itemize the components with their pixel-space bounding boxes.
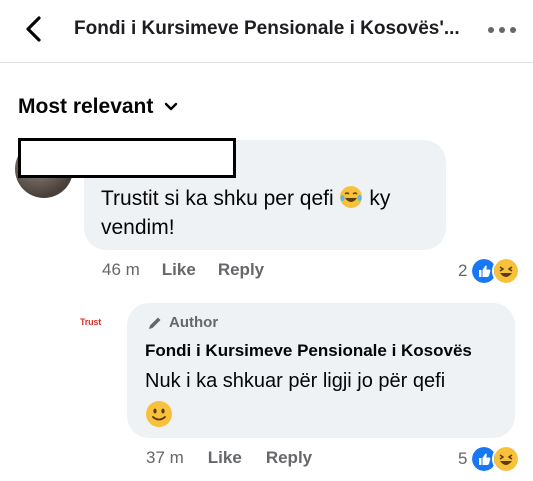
ellipsis-dot [499,27,505,33]
sort-label: Most relevant [18,95,154,118]
reply-button[interactable]: Reply [218,260,264,280]
back-button[interactable] [22,14,46,44]
comment-actions: 46 m Like Reply [102,260,264,280]
laughing-tears-emoji-icon [340,186,363,208]
avatar-logo-text: Trust [80,317,102,327]
page-title: Fondi i Kursimeve Pensionale i Kosovës'.… [74,18,460,39]
haha-reaction-icon [492,257,521,285]
reactions-summary[interactable]: 5 [458,445,521,473]
page-avatar[interactable]: Trust [80,312,120,334]
chevron-down-icon [165,102,178,111]
author-badge: Author [147,314,218,331]
comment-text: Trustit si ka shku per qefi ky vendim! [101,184,441,242]
more-options-button[interactable] [488,20,524,40]
comment-actions: 37 m Like Reply [146,448,312,468]
smile-emoji-icon [146,401,172,427]
reaction-count: 2 [458,261,468,280]
reaction-count: 5 [458,449,468,468]
comment-time: 37 m [146,448,184,467]
ellipsis-dot [510,27,516,33]
redacted-name [18,138,236,178]
reactions-summary[interactable]: 2 [458,257,521,285]
comment-text: Nuk i ka shkuar për ligji jo për qefi [145,370,446,392]
haha-reaction-icon [492,445,521,473]
like-button[interactable]: Like [208,448,242,468]
pencil-icon [149,317,161,329]
comment-time: 46 m [102,260,140,279]
author-badge-label: Author [169,314,219,331]
commenter-name[interactable]: Fondi i Kursimeve Pensionale i Kosovës [145,341,472,361]
chevron-left-icon [26,16,41,42]
reply-button[interactable]: Reply [266,448,312,468]
like-button[interactable]: Like [162,260,196,280]
comment-text-part: Trustit si ka shku per qefi [101,187,334,210]
ellipsis-icon [488,27,494,33]
sort-dropdown[interactable]: Most relevant [18,95,179,119]
